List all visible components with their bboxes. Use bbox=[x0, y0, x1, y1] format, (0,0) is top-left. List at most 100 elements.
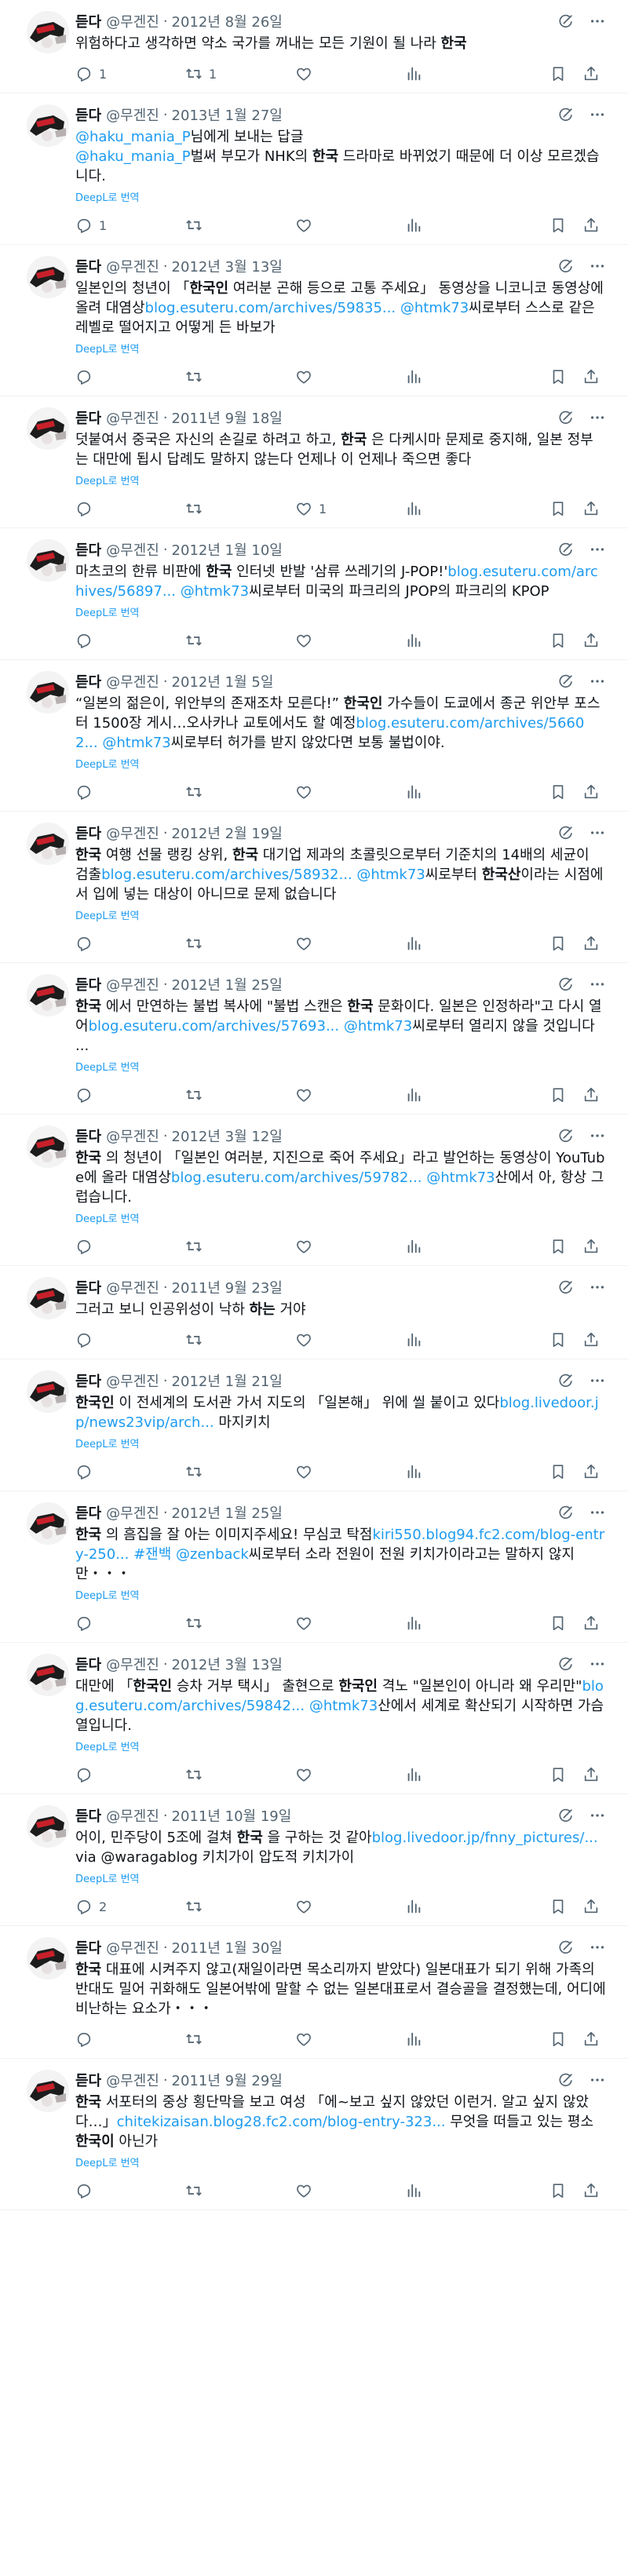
more-options-icon[interactable] bbox=[589, 976, 606, 993]
grok-icon[interactable] bbox=[557, 106, 575, 123]
user-handle[interactable]: @무겐진 bbox=[106, 256, 159, 276]
tweet-date[interactable]: 2012년 2월 19일 bbox=[172, 823, 283, 843]
tweet-link[interactable]: @htmk73 bbox=[356, 867, 425, 883]
bookmark-icon[interactable] bbox=[550, 2182, 567, 2199]
reply-button[interactable] bbox=[75, 1086, 185, 1104]
translate-link[interactable]: DeepL로 번역 bbox=[75, 189, 606, 205]
user-handle[interactable]: @무겐진 bbox=[106, 1277, 159, 1297]
avatar[interactable] bbox=[27, 1654, 69, 1696]
like-button[interactable] bbox=[295, 2031, 405, 2048]
translate-link[interactable]: DeepL로 번역 bbox=[75, 1587, 606, 1603]
user-handle[interactable]: @무겐진 bbox=[106, 974, 159, 994]
tweet[interactable]: 듣다 @무겐진 · 2011년 9월 23일 그러고 보니 인공위성이 낙하 하는 거야 bbox=[0, 1266, 628, 1359]
more-options-icon[interactable] bbox=[589, 1504, 606, 1521]
bookmark-icon[interactable] bbox=[550, 1331, 567, 1348]
user-handle[interactable]: @무겐진 bbox=[106, 11, 159, 31]
like-button[interactable] bbox=[295, 1615, 405, 1632]
avatar[interactable] bbox=[27, 1502, 69, 1545]
translate-link[interactable]: DeepL로 번역 bbox=[75, 1210, 606, 1226]
grok-icon[interactable] bbox=[557, 1655, 575, 1673]
reply-button[interactable] bbox=[75, 1331, 185, 1348]
grok-icon[interactable] bbox=[557, 257, 575, 275]
grok-icon[interactable] bbox=[557, 1372, 575, 1389]
tweet-date[interactable]: 2011년 9월 18일 bbox=[172, 407, 283, 428]
tweet-date[interactable]: 2011년 10월 19일 bbox=[172, 1805, 292, 1826]
views-button[interactable] bbox=[405, 1238, 515, 1255]
like-button[interactable] bbox=[295, 1331, 405, 1348]
display-name[interactable]: 듣다 bbox=[75, 11, 101, 31]
user-handle[interactable]: @무겐진 bbox=[106, 104, 159, 125]
share-icon[interactable] bbox=[582, 65, 600, 82]
tweet-date[interactable]: 2012년 1월 25일 bbox=[172, 974, 283, 994]
user-handle[interactable]: @무겐진 bbox=[106, 1502, 159, 1523]
tweet-date[interactable]: 2013년 1월 27일 bbox=[172, 104, 283, 125]
translate-link[interactable]: DeepL로 번역 bbox=[75, 1739, 606, 1754]
tweet-date[interactable]: 2012년 1월 5일 bbox=[172, 671, 274, 691]
avatar[interactable] bbox=[27, 11, 69, 53]
tweet[interactable]: 듣다 @무겐진 · 2013년 1월 27일 @haku_mania_P님에게 보내는 … bbox=[0, 93, 628, 245]
retweet-button[interactable] bbox=[185, 1238, 295, 1255]
user-handle[interactable]: @무겐진 bbox=[106, 539, 159, 560]
grok-icon[interactable] bbox=[557, 673, 575, 690]
user-handle[interactable]: @무겐진 bbox=[106, 1654, 159, 1674]
tweet-date[interactable]: 2011년 9월 23일 bbox=[172, 1277, 283, 1297]
retweet-button[interactable] bbox=[185, 1463, 295, 1480]
reply-button[interactable]: 1 bbox=[75, 217, 185, 234]
retweet-button[interactable] bbox=[185, 368, 295, 385]
tweet-link[interactable]: @htmk73 bbox=[181, 583, 249, 600]
user-handle[interactable]: @무겐진 bbox=[106, 2070, 159, 2090]
more-options-icon[interactable] bbox=[589, 824, 606, 841]
bookmark-icon[interactable] bbox=[550, 1898, 567, 1915]
views-button[interactable] bbox=[405, 65, 515, 82]
reply-button[interactable] bbox=[75, 500, 185, 517]
retweet-button[interactable] bbox=[185, 1766, 295, 1783]
display-name[interactable]: 듣다 bbox=[75, 104, 101, 125]
more-options-icon[interactable] bbox=[589, 409, 606, 426]
display-name[interactable]: 듣다 bbox=[75, 1805, 101, 1826]
share-icon[interactable] bbox=[582, 1086, 600, 1104]
user-handle[interactable]: @무겐진 bbox=[106, 407, 159, 428]
avatar[interactable] bbox=[27, 1805, 69, 1848]
views-button[interactable] bbox=[405, 632, 515, 649]
views-button[interactable] bbox=[405, 935, 515, 952]
tweet[interactable]: 듣다 @무겐진 · 2012년 3월 13일 대만에 「한국인 승차 거부 택시」 출현… bbox=[0, 1643, 628, 1794]
like-button[interactable] bbox=[295, 368, 405, 385]
tweet[interactable]: 듣다 @무겐진 · 2012년 1월 10일 마츠코의 한류 비판에 한국 인터넷 반발… bbox=[0, 528, 628, 660]
display-name[interactable]: 듣다 bbox=[75, 1937, 101, 1958]
like-button[interactable] bbox=[295, 1238, 405, 1255]
tweet-date[interactable]: 2012년 1월 10일 bbox=[172, 539, 283, 560]
share-icon[interactable] bbox=[582, 1766, 600, 1783]
tweet-link[interactable]: @htmk73 bbox=[400, 300, 469, 316]
display-name[interactable]: 듣다 bbox=[75, 1502, 101, 1523]
share-icon[interactable] bbox=[582, 783, 600, 801]
grok-icon[interactable] bbox=[557, 976, 575, 993]
like-button[interactable] bbox=[295, 65, 405, 82]
tweet-link[interactable]: blog.livedoor.jp/fnny_pictures/... bbox=[372, 1830, 598, 1846]
reply-button[interactable] bbox=[75, 2182, 185, 2199]
tweet-date[interactable]: 2012년 3월 12일 bbox=[172, 1126, 283, 1146]
avatar[interactable] bbox=[27, 823, 69, 865]
retweet-button[interactable] bbox=[185, 1615, 295, 1632]
grok-icon[interactable] bbox=[557, 1939, 575, 1956]
retweet-button[interactable] bbox=[185, 500, 295, 517]
views-button[interactable] bbox=[405, 1898, 515, 1915]
translate-link[interactable]: DeepL로 번역 bbox=[75, 756, 606, 772]
bookmark-icon[interactable] bbox=[550, 2031, 567, 2048]
display-name[interactable]: 듣다 bbox=[75, 1277, 101, 1297]
tweet-link[interactable]: chitekizaisan.blog28.fc2.com/blog-entry-… bbox=[117, 2114, 446, 2130]
tweet-date[interactable]: 2012년 1월 21일 bbox=[172, 1370, 283, 1391]
views-button[interactable] bbox=[405, 1615, 515, 1632]
reply-button[interactable] bbox=[75, 935, 185, 952]
tweet-link[interactable]: @htmk73 bbox=[426, 1169, 495, 1186]
bookmark-icon[interactable] bbox=[550, 1463, 567, 1480]
avatar[interactable] bbox=[27, 539, 69, 582]
tweet[interactable]: 듣다 @무겐진 · 2012년 1월 5일 “일본의 젊은이, 위안부의 존재조차 모른… bbox=[0, 660, 628, 812]
retweet-button[interactable] bbox=[185, 2182, 295, 2199]
tweet-link[interactable]: @zenback bbox=[176, 1546, 249, 1563]
reply-button[interactable] bbox=[75, 368, 185, 385]
more-options-icon[interactable] bbox=[589, 106, 606, 123]
share-icon[interactable] bbox=[582, 1238, 600, 1255]
user-handle[interactable]: @무겐진 bbox=[106, 823, 159, 843]
views-button[interactable] bbox=[405, 783, 515, 801]
grok-icon[interactable] bbox=[557, 1279, 575, 1296]
